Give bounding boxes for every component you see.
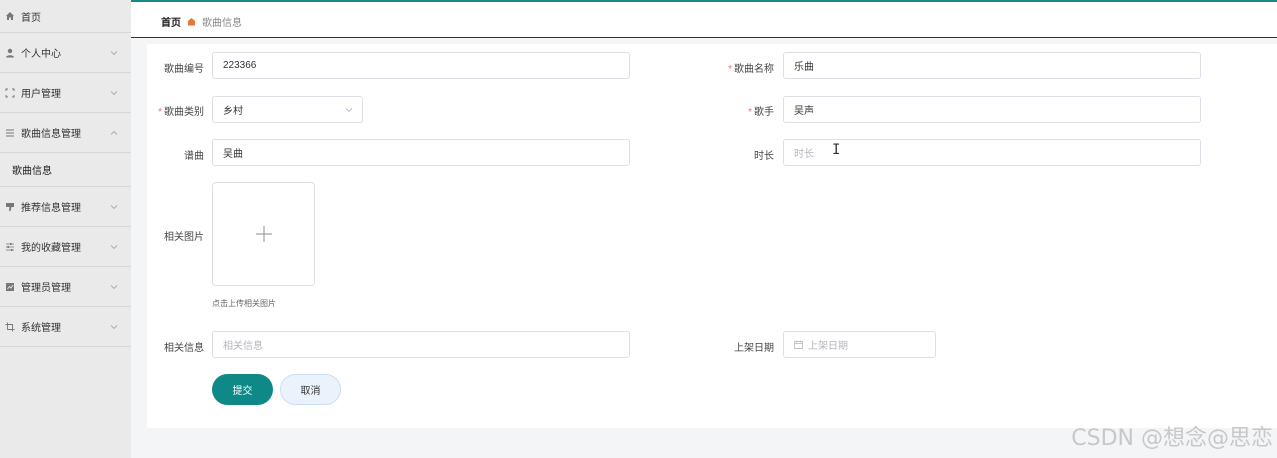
duration-placeholder: 时长 [794,149,814,160]
release-date-input[interactable]: 上架日期 [783,331,936,358]
chevron-down-icon [110,90,118,95]
sidebar-item-label: 我的收藏管理 [21,243,81,254]
calendar-icon [794,340,803,349]
release-date-placeholder: 上架日期 [808,341,848,352]
chevron-up-icon [110,130,118,135]
submit-button[interactable]: 提交 [212,374,273,405]
frame-icon [4,87,15,98]
home-icon [4,11,15,22]
text-cursor-icon: I [832,142,841,158]
thumb-icon [4,201,15,212]
song-type-label: * 歌曲类别 [158,107,204,118]
sidebar-item-system-management[interactable]: 系统管理 [0,307,131,347]
song-type-value: 乡村 [223,106,243,117]
sidebar-item-recommend-management[interactable]: 推荐信息管理 [0,187,131,227]
chevron-down-icon [110,244,118,249]
image-upload-button[interactable] [212,182,315,286]
watermark: CSDN @想念@思恋 [1071,426,1273,451]
singer-value: 吴声 [794,106,814,117]
required-mark: * [728,64,732,75]
plus-icon [255,226,272,242]
chevron-down-icon [110,204,118,209]
composer-value: 吴曲 [223,149,243,160]
song-id-input[interactable]: 223366 [212,52,630,79]
duration-input[interactable]: 时长 [783,139,1201,166]
chevron-down-icon [110,324,118,329]
list-icon [4,127,15,138]
singer-input[interactable]: 吴声 [783,96,1201,123]
song-id-label: 歌曲编号 [164,64,204,75]
sidebar-item-user-management[interactable]: 用户管理 [0,73,131,113]
sidebar-item-label: 推荐信息管理 [21,203,81,214]
sidebar-item-label: 管理员管理 [21,283,71,294]
composer-label: 谱曲 [184,151,204,162]
breadcrumb-separator-icon [187,17,196,26]
sidebar: 首页 个人中心 用户管理 歌曲信息管理 歌曲信息 推荐信息管理 我的收藏管理 管… [0,0,131,458]
info-label: 相关信息 [164,343,204,354]
required-mark: * [748,107,752,118]
sliders-icon [4,241,15,252]
sidebar-item-home[interactable]: 首页 [0,0,131,33]
song-form: 歌曲编号 223366 * 歌曲名称 乐曲 * 歌曲类别 乡村 * 歌手 吴声 谱曲 … [147,44,1277,428]
person-icon [4,47,15,58]
info-input[interactable]: 相关信息 [212,331,630,358]
release-date-label: 上架日期 [734,343,774,354]
info-placeholder: 相关信息 [223,341,263,352]
crop-icon [4,321,15,332]
song-name-input[interactable]: 乐曲 [783,52,1201,79]
sidebar-item-personal-center[interactable]: 个人中心 [0,33,131,73]
image-upload-tip: 点击上传相关图片 [212,299,276,308]
composer-input[interactable]: 吴曲 [212,139,630,166]
sidebar-subitem-song-info[interactable]: 歌曲信息 [0,153,131,187]
sidebar-item-label: 用户管理 [21,89,61,100]
sidebar-item-song-management[interactable]: 歌曲信息管理 [0,113,131,153]
breadcrumb-current: 歌曲信息 [202,18,242,29]
sidebar-item-label: 首页 [21,12,41,24]
singer-label: * 歌手 [748,107,774,118]
chevron-down-icon [110,284,118,289]
cancel-button[interactable]: 取消 [280,374,341,405]
breadcrumb-home[interactable]: 首页 [161,14,181,29]
chart-icon [4,281,15,292]
sidebar-item-admin-management[interactable]: 管理员管理 [0,267,131,307]
sidebar-item-label: 个人中心 [21,49,61,60]
chevron-down-icon [345,108,353,113]
breadcrumb: 首页 歌曲信息 [161,14,242,29]
song-type-select[interactable]: 乡村 [212,96,363,123]
sidebar-item-label: 歌曲信息管理 [21,129,81,140]
topbar: 首页 歌曲信息 [131,0,1277,38]
required-mark: * [158,107,162,118]
song-id-value: 223366 [223,60,257,71]
sidebar-item-label: 系统管理 [21,323,61,334]
sidebar-item-favorites-management[interactable]: 我的收藏管理 [0,227,131,267]
chevron-down-icon [110,50,118,55]
duration-label: 时长 [754,151,774,162]
song-name-label: * 歌曲名称 [728,64,774,75]
image-label: 相关图片 [164,232,204,243]
song-name-value: 乐曲 [794,62,814,73]
